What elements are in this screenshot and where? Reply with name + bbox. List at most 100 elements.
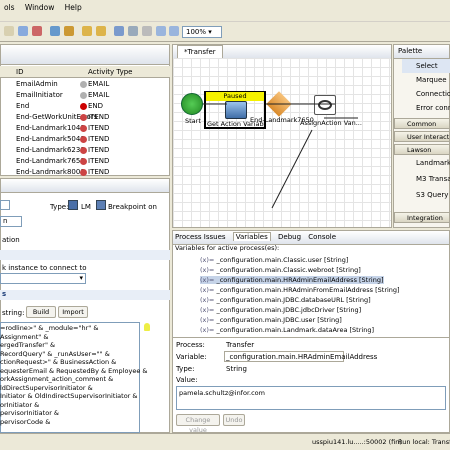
palette-landmark[interactable]: Landmark T bbox=[402, 156, 450, 170]
variable-icon: (x)= bbox=[200, 296, 217, 304]
paste-icon[interactable] bbox=[142, 26, 152, 36]
tab-debug[interactable]: Debug bbox=[278, 233, 301, 241]
save-icon[interactable] bbox=[50, 26, 60, 36]
activity-type-icon bbox=[80, 136, 87, 143]
drawer-integration[interactable]: Integration bbox=[394, 212, 450, 223]
table-row[interactable]: EmailInitiator EMAIL bbox=[0, 90, 170, 101]
type-field-value: String bbox=[226, 365, 247, 373]
variable-row[interactable]: (x)= _configuration.main.HRAdminFromEmai… bbox=[200, 286, 400, 294]
code-line: =rodline>" & _module="hr" & bbox=[0, 324, 99, 332]
variable-row[interactable]: (x)= _configuration.main.Classic.user [S… bbox=[200, 256, 348, 264]
variable-row[interactable]: (x)= _configuration.main.Classic.webroot… bbox=[200, 266, 361, 274]
import-button[interactable]: Import bbox=[58, 306, 88, 318]
table-row[interactable]: End-Landmark5040 ITEND bbox=[0, 134, 170, 145]
menu-tools[interactable]: ols bbox=[0, 0, 19, 12]
zoom-out-icon[interactable] bbox=[169, 26, 179, 36]
tab-transfer[interactable]: *Transfer bbox=[177, 45, 223, 59]
table-row[interactable]: End-GetWorkUnitErrors ITEND bbox=[0, 112, 170, 123]
value-text: pamela.schultz@infor.com bbox=[179, 389, 265, 397]
table-row[interactable]: End-Landmark8000 ITEND bbox=[0, 167, 170, 178]
code-line: orInitiator & bbox=[0, 400, 40, 409]
string-label: string: bbox=[2, 309, 25, 317]
palette-m3[interactable]: M3 Transac bbox=[402, 172, 450, 186]
row-type: EMAIL bbox=[88, 80, 110, 88]
connection-lines bbox=[203, 103, 358, 209]
landmark-icon bbox=[68, 200, 78, 210]
menu-bar: ols Window Help bbox=[0, 0, 450, 22]
activity-type-icon bbox=[80, 92, 87, 99]
row-id: EmailInitiator bbox=[16, 91, 63, 99]
code-line: ldDirectSupervisorInitiator & bbox=[0, 383, 93, 392]
variable-row[interactable]: (x)= _configuration.main.JDBC.databaseUR… bbox=[200, 296, 371, 304]
name-field[interactable] bbox=[0, 200, 10, 210]
copy-icon[interactable] bbox=[128, 26, 138, 36]
value-textarea[interactable]: pamela.schultz@infor.com bbox=[176, 386, 446, 410]
column-id[interactable]: ID bbox=[16, 68, 23, 76]
row-type: ITEND bbox=[88, 146, 110, 154]
redo-icon[interactable] bbox=[96, 26, 106, 36]
row-id: End-Landmark6230 bbox=[16, 146, 85, 154]
palette-select[interactable]: Select bbox=[402, 59, 450, 73]
zoom-in-icon[interactable] bbox=[156, 26, 166, 36]
table-row[interactable]: End END bbox=[0, 101, 170, 112]
code-line: pervisorCode & bbox=[0, 417, 51, 426]
drawer-user-interaction[interactable]: User Interaction bbox=[394, 131, 450, 142]
variable-row[interactable]: (x)= _configuration.main.JDBC.user [Stri… bbox=[200, 316, 342, 324]
run-icon[interactable] bbox=[64, 26, 74, 36]
instance-select[interactable]: ▾ bbox=[0, 273, 86, 284]
row-type: ITEND bbox=[88, 124, 110, 132]
id-field[interactable]: n bbox=[0, 216, 22, 227]
toolbar: 100% ▾ bbox=[0, 22, 450, 42]
variable-name: _configuration.main.HRAdminFromEmailAddr… bbox=[216, 286, 400, 294]
tab-console[interactable]: Console bbox=[308, 233, 336, 241]
variables-header: Variables for active process(es): bbox=[175, 244, 280, 252]
code-line: equesterEmail & RequestedBy & Employee & bbox=[0, 366, 148, 375]
type-field-label: Type: bbox=[176, 365, 195, 373]
code-line: Initiator & OldIndirectSupervisorInitiat… bbox=[0, 392, 138, 400]
palette-s3-query[interactable]: S3 Query bbox=[402, 188, 450, 202]
variable-row[interactable]: (x)= _configuration.main.HRAdminEmailAdd… bbox=[200, 276, 384, 284]
drawer-common[interactable]: Common bbox=[394, 118, 450, 129]
row-id: End bbox=[16, 102, 30, 110]
zoom-select[interactable]: 100% ▾ bbox=[182, 26, 222, 38]
row-id: End-Landmark5040 bbox=[16, 135, 85, 143]
delete-icon[interactable] bbox=[32, 26, 42, 36]
menu-help[interactable]: Help bbox=[61, 0, 86, 12]
column-activity-type[interactable]: Activity Type bbox=[88, 68, 132, 76]
tab-process-issues[interactable]: Process Issues bbox=[175, 233, 226, 241]
table-row[interactable]: EmailAdmin EMAIL bbox=[0, 79, 170, 90]
id-field-value: n bbox=[3, 217, 8, 225]
activity-type-icon bbox=[80, 114, 87, 121]
table-row[interactable]: End-Landmark6230 ITEND bbox=[0, 145, 170, 156]
instance-text: k instance to connect to bbox=[2, 264, 87, 272]
type-label: Type: bbox=[50, 203, 69, 211]
process-value: Transfer bbox=[226, 341, 255, 349]
menu-window[interactable]: Window bbox=[21, 0, 59, 12]
table-row[interactable]: End-Landmark1040 ITEND bbox=[0, 123, 170, 134]
activity-type-icon bbox=[80, 158, 87, 165]
undo-button[interactable]: Undo bbox=[223, 414, 245, 426]
new-icon[interactable] bbox=[4, 26, 14, 36]
cut-icon[interactable] bbox=[114, 26, 124, 36]
change-value-button[interactable]: Change value bbox=[176, 414, 220, 434]
activity-type-icon bbox=[80, 103, 87, 110]
breakpoint-icon[interactable] bbox=[96, 200, 106, 210]
palette-connection[interactable]: Connection bbox=[402, 87, 450, 101]
drawer-lawson[interactable]: Lawson bbox=[394, 144, 450, 155]
status-server: usspiu141.lu.....:50002 (fin) bbox=[312, 438, 402, 446]
palette-error-connection[interactable]: Error connect bbox=[402, 101, 450, 115]
variable-name: _configuration.main.Landmark.dataArea [S… bbox=[216, 326, 374, 334]
variable-row[interactable]: (x)= _configuration.main.Landmark.dataAr… bbox=[200, 326, 374, 334]
open-icon[interactable] bbox=[18, 26, 28, 36]
build-button[interactable]: Build bbox=[26, 306, 56, 318]
section-label-1: ation bbox=[2, 236, 20, 244]
divider bbox=[172, 337, 450, 338]
tab-variables[interactable]: Variables bbox=[232, 232, 271, 241]
activity-type-icon bbox=[80, 169, 87, 176]
undo-icon[interactable] bbox=[82, 26, 92, 36]
variable-icon: (x)= bbox=[200, 306, 217, 314]
palette-marquee[interactable]: Marquee bbox=[402, 73, 450, 87]
variable-name: _configuration.main.Classic.user [String… bbox=[216, 256, 349, 264]
table-row[interactable]: End-Landmark7650 ITEND bbox=[0, 156, 170, 167]
variable-row[interactable]: (x)= _configuration.main.JDBC.jdbcDriver… bbox=[200, 306, 361, 314]
